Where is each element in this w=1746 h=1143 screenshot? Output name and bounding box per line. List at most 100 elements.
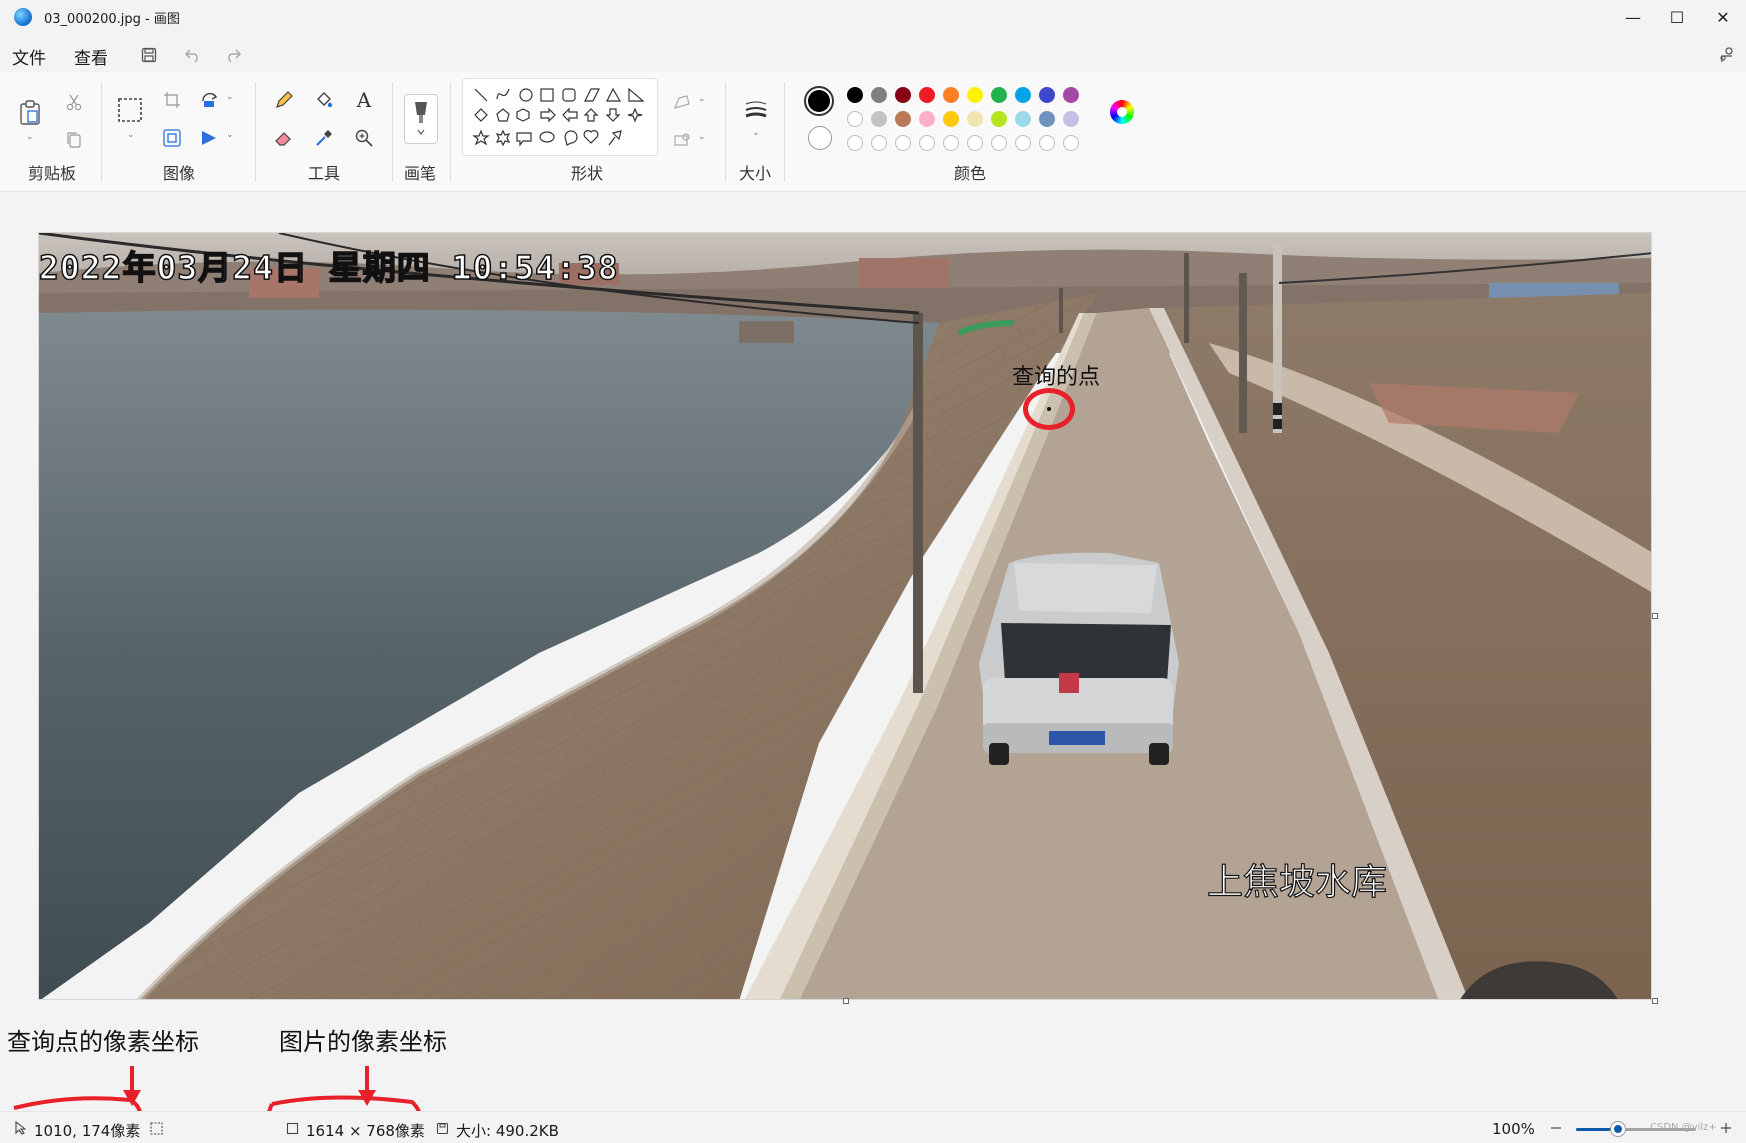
- maximize-button[interactable]: ☐: [1660, 4, 1694, 30]
- custom-color-slot[interactable]: [943, 135, 959, 151]
- palette-color-swatch[interactable]: [943, 87, 959, 103]
- custom-color-slot[interactable]: [847, 135, 863, 151]
- resize-handle-right[interactable]: [1652, 613, 1658, 619]
- shape-outline-icon[interactable]: [670, 90, 694, 114]
- undo-icon[interactable]: [180, 42, 206, 68]
- share-icon[interactable]: [1714, 42, 1740, 68]
- palette-color-swatch[interactable]: [991, 111, 1007, 127]
- select-chevron-down-icon[interactable]: ⌄: [127, 130, 135, 140]
- select-rectangle-icon[interactable]: [116, 96, 144, 124]
- image-canvas[interactable]: 2022年03月24日 星期四 10:54:38 上焦坡水库 查询的点: [38, 232, 1652, 1000]
- annotation-image-pixel: 图片的像素坐标: [279, 1028, 447, 1056]
- paste-chevron-down-icon[interactable]: ⌄: [26, 132, 34, 142]
- palette-color-swatch[interactable]: [991, 87, 1007, 103]
- group-label-colors: 颜色: [954, 164, 987, 183]
- custom-color-slot[interactable]: [919, 135, 935, 151]
- custom-color-slot[interactable]: [1015, 135, 1031, 151]
- primary-color-swatch: [808, 90, 830, 112]
- palette-color-swatch[interactable]: [967, 111, 983, 127]
- palette-color-swatch[interactable]: [1063, 111, 1079, 127]
- zoom-level[interactable]: 100%: [1492, 1120, 1535, 1138]
- palette-color-swatch[interactable]: [895, 111, 911, 127]
- resize-handle-bottom[interactable]: [843, 998, 849, 1004]
- palette-color-swatch[interactable]: [919, 111, 935, 127]
- palette-color-swatch[interactable]: [1039, 111, 1055, 127]
- paste-icon[interactable]: [17, 98, 43, 128]
- custom-color-slot[interactable]: [1063, 135, 1079, 151]
- menu-file[interactable]: 文件: [12, 44, 46, 69]
- shape-fill-icon[interactable]: [670, 128, 694, 152]
- group-label-brushes: 画笔: [404, 164, 437, 183]
- color-picker-icon[interactable]: [312, 126, 336, 150]
- text-tool-icon[interactable]: A: [352, 88, 376, 112]
- ribbon-divider: [725, 82, 726, 182]
- zoom-in-icon[interactable]: [1718, 1120, 1734, 1136]
- redo-icon[interactable]: [220, 42, 246, 68]
- selection-size-icon: [148, 1120, 164, 1136]
- crop-icon[interactable]: [160, 88, 184, 112]
- stroke-size-icon[interactable]: [742, 98, 770, 122]
- palette-color-swatch[interactable]: [967, 87, 983, 103]
- zoom-out-icon[interactable]: [1548, 1120, 1564, 1136]
- pencil-icon[interactable]: [272, 88, 296, 112]
- palette-color-swatch[interactable]: [1015, 87, 1031, 103]
- zoom-slider-thumb[interactable]: [1611, 1122, 1625, 1136]
- primary-color-button[interactable]: [804, 86, 834, 116]
- palette-color-swatch[interactable]: [871, 111, 887, 127]
- palette-color-swatch[interactable]: [895, 87, 911, 103]
- canvas-area: 2022年03月24日 星期四 10:54:38 上焦坡水库 查询的点: [0, 193, 1746, 1004]
- palette-color-swatch[interactable]: [847, 111, 863, 127]
- shapes-gallery[interactable]: [462, 78, 658, 156]
- fill-chevron-down-icon[interactable]: ⌄: [698, 132, 706, 142]
- palette-color-swatch[interactable]: [1015, 111, 1031, 127]
- group-label-size: 大小: [739, 164, 772, 183]
- menu-view[interactable]: 查看: [74, 44, 108, 69]
- palette-color-swatch[interactable]: [1039, 87, 1055, 103]
- custom-color-slot[interactable]: [1039, 135, 1055, 151]
- cursor-position: 1010, 174像素: [34, 1122, 141, 1140]
- rotate-chevron-down-icon[interactable]: ⌄: [226, 92, 234, 102]
- custom-color-slot[interactable]: [991, 135, 1007, 151]
- copy-icon[interactable]: [62, 128, 86, 152]
- magnifier-icon[interactable]: [352, 126, 376, 150]
- edit-colors-icon[interactable]: [1110, 100, 1134, 124]
- ribbon-divider: [101, 82, 102, 182]
- custom-color-slot[interactable]: [895, 135, 911, 151]
- flip-chevron-down-icon[interactable]: ⌄: [226, 130, 234, 140]
- palette-color-swatch[interactable]: [943, 111, 959, 127]
- cut-icon[interactable]: [62, 90, 86, 114]
- shapes-icons: [472, 87, 645, 147]
- save-icon[interactable]: [136, 42, 162, 68]
- edit-colors-center: [1117, 107, 1127, 117]
- custom-color-slot[interactable]: [871, 135, 887, 151]
- palette-color-swatch[interactable]: [1063, 87, 1079, 103]
- palette-color-swatch[interactable]: [871, 87, 887, 103]
- resize-handle-corner[interactable]: [1652, 998, 1658, 1004]
- close-button[interactable]: ✕: [1706, 4, 1740, 30]
- resize-image-icon[interactable]: [160, 126, 184, 150]
- flip-icon[interactable]: [198, 126, 222, 150]
- palette-color-swatch[interactable]: [847, 87, 863, 103]
- osd-location-overlay: 上焦坡水库: [1206, 861, 1388, 903]
- ribbon-divider: [255, 82, 256, 182]
- ribbon-divider: [392, 82, 393, 182]
- canvas-size-icon: [284, 1120, 300, 1136]
- eraser-icon[interactable]: [272, 126, 296, 150]
- query-point-label: 查询的点: [1012, 365, 1101, 390]
- group-label-shapes: 形状: [571, 164, 604, 183]
- ribbon-divider: [450, 82, 451, 182]
- brush-button[interactable]: [404, 94, 438, 144]
- fill-bucket-icon[interactable]: [312, 88, 336, 112]
- minimize-button[interactable]: —: [1616, 4, 1650, 30]
- window-title: 03_000200.jpg - 画图: [44, 12, 180, 27]
- reservoir-photo: [39, 233, 1651, 999]
- rotate-icon[interactable]: [198, 88, 222, 112]
- outline-chevron-down-icon[interactable]: ⌄: [698, 94, 706, 104]
- secondary-color-button[interactable]: [808, 126, 832, 150]
- palette-color-swatch[interactable]: [919, 87, 935, 103]
- van-in-photo: [979, 552, 1179, 765]
- custom-color-slot[interactable]: [967, 135, 983, 151]
- size-chevron-down-icon[interactable]: ⌄: [752, 128, 760, 138]
- file-size-icon: [434, 1120, 450, 1136]
- paint-app-icon: [14, 8, 32, 26]
